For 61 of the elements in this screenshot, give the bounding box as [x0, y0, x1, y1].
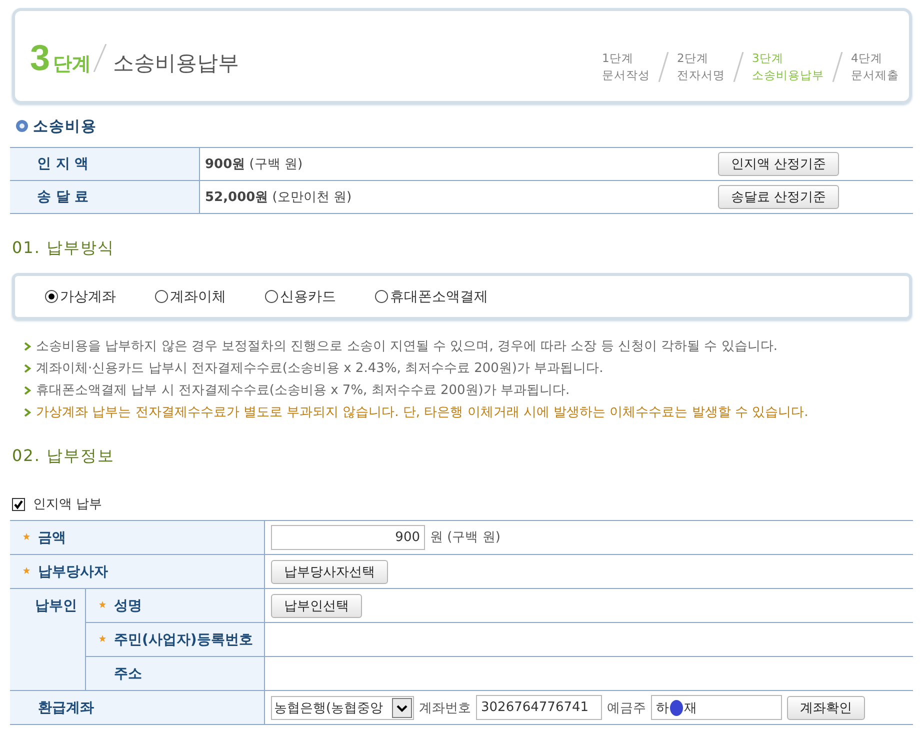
stamp-payment-checkbox[interactable]: 인지액 납부 — [10, 494, 913, 514]
criteria-button[interactable]: 인지액 산정기준 — [718, 152, 839, 176]
row-label: 납부당사자 — [38, 564, 108, 580]
step-number-label: 2단계 — [677, 50, 708, 67]
note-text: 계좌이체·신용카드 납부시 전자결제수수료(소송비용 x 2.43%, 최저수수료 200원)가 부과됩니다. — [36, 360, 604, 377]
slash-icon — [733, 52, 744, 82]
fee-value: 52,000원 (오만이천 원) — [200, 180, 709, 214]
radio-icon[interactable] — [375, 290, 388, 303]
checkbox-icon[interactable] — [12, 498, 25, 510]
step-name-label: 소송비용납부 — [752, 67, 824, 84]
radio-icon[interactable] — [45, 290, 58, 303]
payment-method-radio[interactable]: 가상계좌 — [45, 288, 155, 306]
slash-icon — [658, 52, 669, 82]
step-number: 3 — [30, 40, 50, 76]
select-button[interactable]: 납부당사자선택 — [271, 560, 388, 584]
step-label: 단계 — [53, 52, 92, 76]
section-title: 소송비용 — [33, 116, 97, 136]
fee-value: 900원 (구백 원) — [200, 148, 709, 180]
field-label: 예금주 — [607, 700, 646, 716]
amount-words: 원 (구백 원) — [430, 530, 500, 546]
note-text: 가상계좌 납부는 전자결제수수료가 별도로 부과되지 않습니다. 단, 타은행 이체거래 시에 발생하는 이체수수료는 발생할 수 있습니다. — [36, 404, 808, 421]
chevron-icon — [24, 342, 31, 350]
account-holder-field[interactable]: 하 재 — [651, 695, 782, 720]
step-name-label: 문서작성 — [602, 67, 650, 84]
row-label: 주민(사업자)등록번호 — [114, 632, 253, 648]
bullet-icon — [16, 120, 28, 132]
criteria-button[interactable]: 송달료 산정기준 — [718, 185, 839, 209]
chevron-icon — [24, 408, 31, 416]
step-number-label: 1단계 — [602, 50, 634, 67]
field-label: 계좌번호 — [419, 700, 471, 716]
slash-icon — [93, 44, 108, 72]
select-button[interactable]: 납부인선택 — [271, 594, 362, 618]
note-text: 소송비용을 납부하지 않은 경우 보정절차의 진행으로 소송이 지연될 수 있으며, 경우에 따라 소장 등 신청이 각하될 수 있습니다. — [36, 338, 778, 355]
row-label: 납부인 — [35, 598, 77, 614]
note-text: 휴대폰소액결제 납부 시 전자결제수수료(소송비용 x 7%, 최저수수료 200원)가 부과됩니다. — [36, 382, 570, 399]
step-number-label: 4단계 — [851, 50, 882, 67]
radio-icon[interactable] — [265, 290, 278, 303]
payment-method-radio[interactable]: 신용카드 — [265, 288, 375, 306]
row-label: 주소 — [114, 666, 142, 682]
row-label: 성명 — [114, 598, 142, 614]
row-label: 금액 — [38, 530, 66, 546]
payment-method-radio[interactable]: 계좌이체 — [155, 288, 265, 306]
account-check-button[interactable]: 계좌확인 — [787, 696, 865, 720]
chevron-icon — [24, 386, 31, 394]
account-number-field[interactable]: 3026764776741 — [476, 695, 602, 720]
row-label: 환급계좌 — [38, 700, 94, 716]
dot-icon — [670, 700, 683, 716]
radio-icon[interactable] — [155, 290, 168, 303]
bank-select[interactable]: 농협은행(농협중앙 — [271, 696, 414, 720]
row-label: 인 지 액 — [37, 156, 89, 172]
amount-field[interactable]: 900 — [271, 525, 425, 550]
page-title: 소송비용납부 — [113, 50, 240, 76]
row-label: 송 달 료 — [37, 189, 89, 205]
chevron-icon — [24, 364, 31, 372]
section-title: 01. 납부방식 — [11, 237, 116, 259]
slash-icon — [832, 52, 843, 82]
section-title: 02. 납부정보 — [11, 445, 116, 467]
step-name-label: 전자서명 — [677, 67, 725, 84]
step-name-label: 문서제출 — [851, 67, 899, 84]
payment-method-radio[interactable]: 휴대폰소액결제 — [375, 288, 488, 306]
step-number-label: 3단계 — [752, 50, 784, 67]
